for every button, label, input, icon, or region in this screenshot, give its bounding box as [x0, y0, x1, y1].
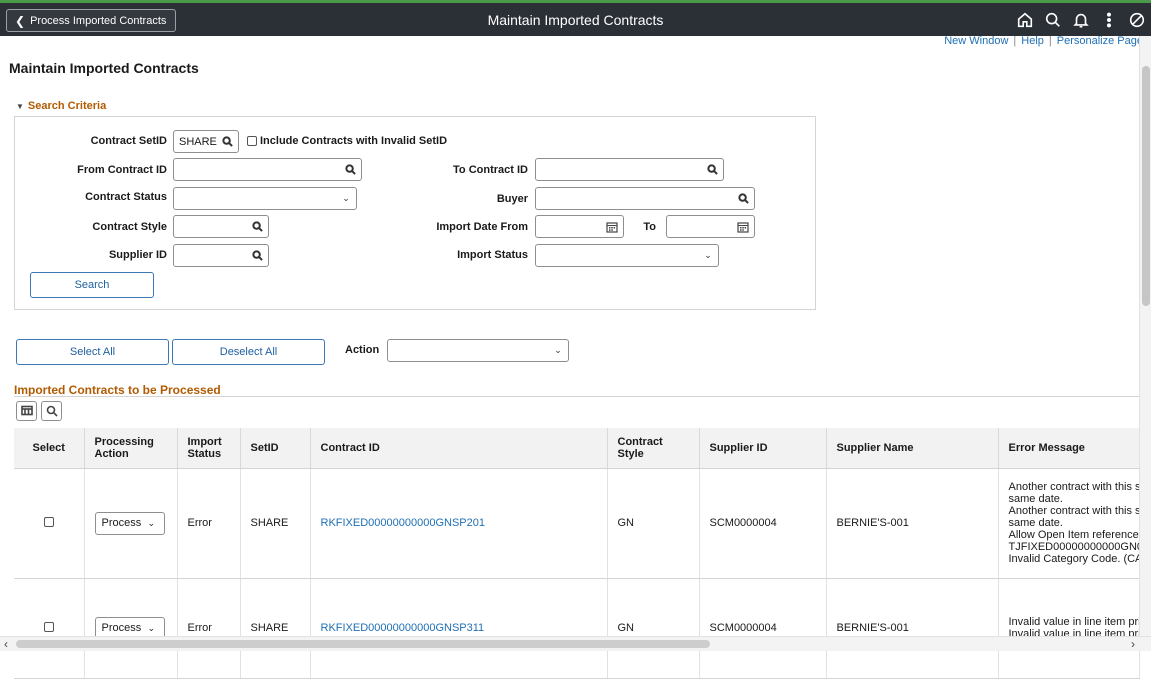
grid-title: Imported Contracts to be Processed: [14, 383, 221, 397]
horizontal-scrollbar[interactable]: ‹ ›: [0, 636, 1151, 651]
setid-cell: SHARE: [240, 578, 311, 679]
buyer-label: Buyer: [496, 193, 528, 205]
action-label: Action: [345, 344, 380, 356]
from-contract-id-label: From Contract ID: [77, 164, 167, 176]
contract-status-label: Contract Status: [85, 191, 167, 203]
triangle-down-icon: ▼: [16, 101, 24, 111]
setid-cell: SHARE: [240, 468, 311, 579]
chevron-down-icon: ⌄: [554, 345, 562, 355]
lookup-icon[interactable]: [246, 221, 268, 232]
include-invalid-setid-label: Include Contracts with Invalid SetID: [260, 135, 448, 147]
bell-icon[interactable]: [1067, 8, 1095, 32]
import-date-from-label: Import Date From: [436, 221, 528, 233]
lookup-icon[interactable]: [732, 193, 754, 204]
column-header[interactable]: SetID: [240, 428, 311, 469]
action-select[interactable]: ⌄: [387, 339, 569, 362]
row-select-checkbox[interactable]: [43, 621, 54, 632]
scroll-thumb[interactable]: [1142, 66, 1150, 306]
column-header[interactable]: Processing Action: [84, 428, 178, 469]
processing-action-select[interactable]: Process ⌄: [94, 511, 165, 535]
contract-id-link[interactable]: RKFIXED00000000000GNSP201: [321, 517, 486, 529]
lookup-icon[interactable]: [339, 164, 361, 175]
page-links: New Window | Help | Personalize Page: [944, 35, 1143, 47]
contract-style-cell: GN: [607, 468, 700, 579]
search-criteria-label: Search Criteria: [27, 100, 107, 112]
import-status-cell: Error: [177, 468, 241, 579]
vertical-scrollbar[interactable]: [1139, 36, 1151, 636]
column-header[interactable]: Supplier ID: [699, 428, 827, 469]
contract-status-select[interactable]: ⌄: [173, 187, 357, 210]
contract-style-field[interactable]: [173, 215, 269, 238]
banner-icons: [1011, 8, 1151, 32]
supplier-id-field[interactable]: [173, 244, 269, 267]
lookup-icon[interactable]: [217, 136, 238, 147]
chevron-down-icon: ⌄: [704, 250, 712, 260]
import-status-select[interactable]: ⌄: [535, 244, 719, 267]
scroll-left-icon[interactable]: ‹: [4, 637, 8, 651]
to-contract-id-label: To Contract ID: [453, 164, 528, 176]
more-actions-icon[interactable]: [1095, 8, 1123, 32]
chevron-down-icon: ⌄: [147, 623, 156, 633]
column-header[interactable]: Contract ID: [310, 428, 608, 469]
supplier-name-cell: BERNIE'S-001: [826, 468, 999, 579]
contract-id-link[interactable]: RKFIXED00000000000GNSP311: [321, 622, 485, 634]
import-status-cell: Error: [177, 578, 241, 679]
buyer-field[interactable]: [535, 187, 755, 210]
column-header[interactable]: Select: [14, 428, 85, 469]
contract-style-cell: GN: [607, 578, 700, 679]
home-icon[interactable]: [1011, 8, 1039, 32]
contract-setid-label: Contract SetID: [90, 135, 167, 147]
personalize-page-link[interactable]: Personalize Page: [1057, 35, 1143, 47]
search-criteria-toggle[interactable]: ▼ Search Criteria: [16, 100, 106, 112]
column-header[interactable]: Import Status: [177, 428, 241, 469]
search-button[interactable]: Search: [30, 272, 154, 298]
find-in-grid-icon[interactable]: [41, 401, 62, 421]
banner-title: Maintain Imported Contracts: [487, 12, 664, 28]
to-contract-id-field[interactable]: [535, 158, 724, 181]
lookup-icon[interactable]: [246, 250, 268, 261]
include-invalid-setid-checkbox[interactable]: [247, 136, 257, 146]
import-date-to-field[interactable]: [666, 215, 755, 238]
calendar-icon[interactable]: [601, 221, 623, 233]
import-status-label: Import Status: [457, 249, 528, 261]
supplier-name-cell: BERNIE'S-001: [826, 578, 999, 679]
lookup-icon[interactable]: [701, 164, 723, 175]
import-date-to-label: To: [643, 221, 656, 233]
personalize-grid-icon[interactable]: [16, 401, 37, 421]
contract-setid-field[interactable]: SHARE: [173, 130, 239, 153]
grid-divider: [14, 396, 1139, 397]
chevron-down-icon: ⌄: [147, 518, 156, 528]
error-message-cell: Another contract with this su same date.…: [998, 468, 1140, 579]
scroll-right-icon[interactable]: ›: [1131, 637, 1135, 651]
search-icon[interactable]: [1039, 8, 1067, 32]
contract-setid-value: SHARE: [179, 135, 217, 148]
calendar-icon[interactable]: [732, 221, 754, 233]
top-banner: ❮ Process Imported Contracts Maintain Im…: [0, 0, 1151, 36]
column-header[interactable]: Supplier Name: [826, 428, 999, 469]
page-title: Maintain Imported Contracts: [9, 60, 199, 76]
chevron-down-icon: ⌄: [342, 193, 350, 203]
grid-toolbar: [16, 401, 62, 421]
supplier-id-cell: SCM0000004: [699, 578, 827, 679]
select-all-button[interactable]: Select All: [16, 339, 169, 365]
supplier-id-cell: SCM0000004: [699, 468, 827, 579]
table-row: Process ⌄ Error SHARE RKFIXED00000000000G…: [14, 578, 1140, 679]
new-window-link[interactable]: New Window: [944, 35, 1008, 47]
scroll-thumb[interactable]: [16, 640, 710, 648]
row-select-checkbox[interactable]: [43, 516, 54, 527]
supplier-id-label: Supplier ID: [108, 249, 167, 261]
deselect-all-button[interactable]: Deselect All: [172, 339, 325, 365]
contract-style-label: Contract Style: [92, 221, 167, 233]
navbar-icon[interactable]: [1123, 8, 1151, 32]
import-date-from-field[interactable]: [535, 215, 624, 238]
column-header[interactable]: Error Message: [998, 428, 1140, 469]
table-row: Process ⌄ Error SHARE RKFIXED00000000000G…: [14, 468, 1140, 579]
from-contract-id-field[interactable]: [173, 158, 362, 181]
column-header[interactable]: Contract Style: [607, 428, 700, 469]
error-message-cell: Invalid value in line item pri Invalid v…: [998, 578, 1140, 679]
grid-header-row: Select Processing Action Import Status S…: [14, 428, 1140, 469]
help-link[interactable]: Help: [1021, 35, 1044, 47]
